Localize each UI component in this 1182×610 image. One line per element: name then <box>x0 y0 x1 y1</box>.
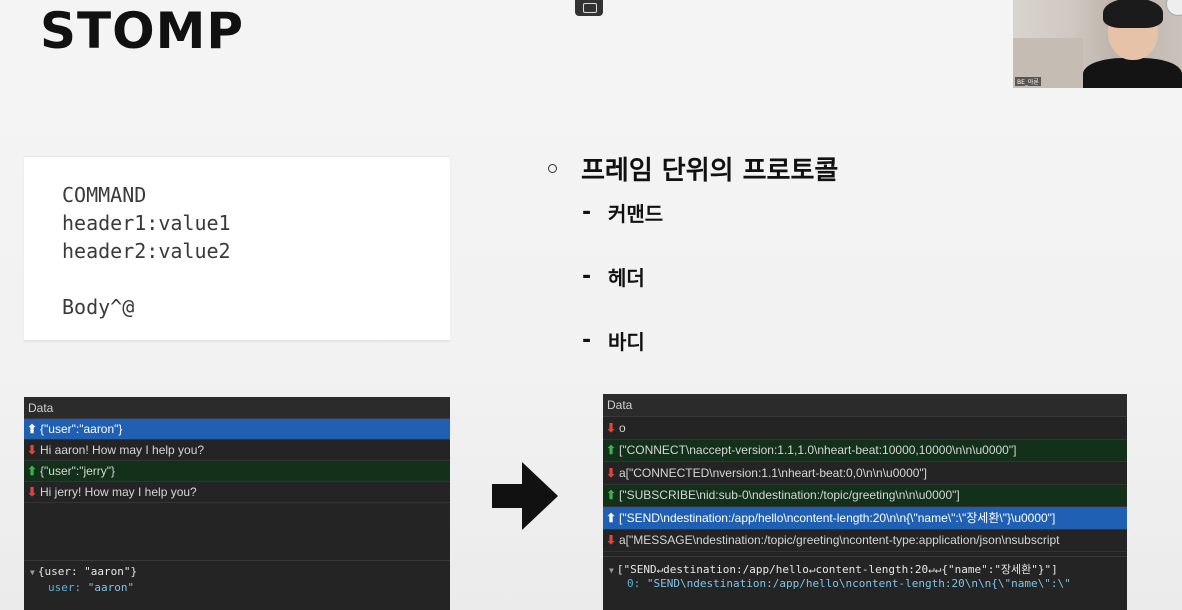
message-row[interactable]: ⬇ o <box>603 417 1127 440</box>
message-row[interactable]: ⬇ a["CONNECTED\nversion:1.1\nheart-beat:… <box>603 462 1127 485</box>
expand-triangle-icon[interactable]: ▼ <box>609 566 614 575</box>
data-column-header[interactable]: Data <box>603 394 1127 417</box>
message-text: {"user":"aaron"} <box>40 421 123 436</box>
message-text: ["SUBSCRIBE\nid:sub-0\ndestination:/topi… <box>619 488 960 502</box>
sent-arrow-icon: ⬆ <box>606 443 617 457</box>
message-row[interactable]: ⬆ ["CONNECT\naccept-version:1.1,1.0\nhea… <box>603 439 1127 462</box>
message-text: a["CONNECTED\nversion:1.1\nheart-beat:0,… <box>619 465 928 480</box>
message-row[interactable]: ⬆ {"user":"jerry"} <box>24 461 450 482</box>
devtools-messages-panel-right: Data ⬇ o ⬆ ["CONNECT\naccept-version:1.1… <box>603 394 1127 610</box>
right-arrow-icon <box>492 462 558 530</box>
message-row[interactable]: ⬇ a["MESSAGE\ndestination:/topic/greetin… <box>603 529 1127 552</box>
sent-arrow-icon: ⬆ <box>606 510 617 525</box>
sent-arrow-icon: ⬆ <box>606 488 617 502</box>
bullet-circle-icon <box>548 163 557 173</box>
bullet-main-text: 프레임 단위의 프로토콜 <box>581 155 839 186</box>
message-row[interactable]: ⬇ Hi jerry! How may I help you? <box>24 482 450 503</box>
message-detail-pane: ▼ ["SEND↵destination:/app/hello↵content-l… <box>603 556 1127 610</box>
message-text: Hi aaron! How may I help you? <box>40 442 205 457</box>
webcam-name-label: BE_아론 <box>1015 77 1041 86</box>
received-arrow-icon: ⬇ <box>27 484 38 499</box>
received-arrow-icon: ⬇ <box>606 420 617 435</box>
property-value: "SEND\ndestination:/app/hello\ncontent-l… <box>646 577 1071 590</box>
person-hair <box>1103 0 1163 28</box>
devtools-messages-panel-left: Data ⬆ {"user":"aaron"} ⬇ Hi aaron! How … <box>24 397 450 610</box>
message-row[interactable]: ⬆ ["SEND\ndestination:/app/hello\nconten… <box>603 507 1127 530</box>
detail-object-text: {user: "aaron"} <box>37 565 138 578</box>
dash: - <box>582 199 592 225</box>
code-line: header1:value1 <box>62 211 231 235</box>
sent-arrow-icon: ⬆ <box>27 421 38 436</box>
sent-arrow-icon: ⬆ <box>27 463 38 478</box>
property-value: "aaron" <box>87 581 135 594</box>
message-text: Hi jerry! How may I help you? <box>40 484 197 499</box>
message-text: ["SEND\ndestination:/app/hello\ncontent-… <box>619 510 1056 525</box>
message-row[interactable]: ⬆ {"user":"aaron"} <box>24 419 450 440</box>
message-text: o <box>619 420 626 435</box>
bullet-sub-item: - 헤더 <box>582 260 838 292</box>
slide-title: STOMP <box>40 2 245 60</box>
dash: - <box>582 263 592 289</box>
detail-object-line[interactable]: ▼ ["SEND↵destination:/app/hello↵content-l… <box>609 561 1127 577</box>
bullet-list: 프레임 단위의 프로토콜 - 커맨드 - 헤더 - 바디 <box>548 148 838 356</box>
detail-object-line[interactable]: ▼ {user: "aaron"} <box>30 565 450 581</box>
message-text: a["MESSAGE\ndestination:/topic/greeting\… <box>619 533 1060 547</box>
webcam-video: BE_아론 <box>1013 0 1182 88</box>
bullet-sub-text: 커맨드 <box>608 201 664 226</box>
detail-property-line: 0: "SEND\ndestination:/app/hello\nconten… <box>609 577 1127 593</box>
bullet-sub-text: 바디 <box>608 329 645 354</box>
person-body <box>1083 58 1182 88</box>
message-row[interactable]: ⬇ Hi aaron! How may I help you? <box>24 440 450 461</box>
screen-share-icon[interactable] <box>575 0 603 16</box>
received-arrow-icon: ⬇ <box>27 442 38 457</box>
detail-object-text: ["SEND↵destination:/app/hello↵content-le… <box>616 563 1058 576</box>
code-line: COMMAND <box>62 183 147 207</box>
dash: - <box>582 327 592 353</box>
webcam-corner-button[interactable] <box>1166 0 1182 16</box>
code-line: header2:value2 <box>62 239 231 263</box>
bullet-main: 프레임 단위의 프로토콜 <box>548 148 838 188</box>
code-line: Body^@ <box>62 295 135 319</box>
received-arrow-icon: ⬇ <box>606 533 617 547</box>
message-text: {"user":"jerry"} <box>40 463 116 478</box>
detail-property-line: user: "aaron" <box>30 581 450 597</box>
data-column-header[interactable]: Data <box>24 397 450 419</box>
expand-triangle-icon[interactable]: ▼ <box>30 568 35 577</box>
message-detail-pane: ▼ {user: "aaron"} user: "aaron" <box>24 560 450 610</box>
bullet-sub-text: 헤더 <box>608 265 645 290</box>
bullet-sub-item: - 커맨드 <box>582 196 838 228</box>
bullet-sub-item: - 바디 <box>582 324 838 356</box>
message-row[interactable]: ⬆ ["SUBSCRIBE\nid:sub-0\ndestination:/to… <box>603 484 1127 507</box>
property-key: 0: <box>627 577 647 590</box>
message-text: ["CONNECT\naccept-version:1.1,1.0\nheart… <box>619 443 1017 457</box>
received-arrow-icon: ⬇ <box>606 465 617 480</box>
property-key: user: <box>48 581 88 594</box>
frame-format-code-box: COMMAND header1:value1 header2:value2 Bo… <box>24 156 450 341</box>
